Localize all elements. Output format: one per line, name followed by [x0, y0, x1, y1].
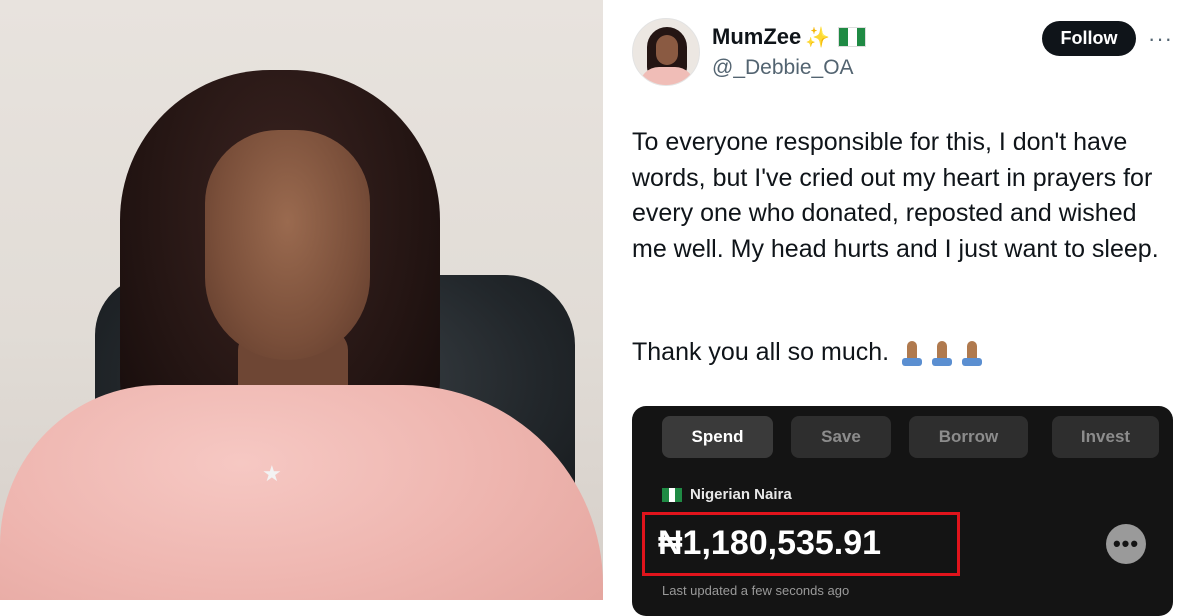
face [205, 130, 370, 360]
currency-row: Nigerian Naira [662, 486, 792, 503]
folded-hands-icon [959, 340, 985, 366]
folded-hands-icon [899, 340, 925, 366]
user-handle[interactable]: @_Debbie_OA [712, 56, 854, 80]
tab-save[interactable]: Save [791, 416, 891, 458]
more-options-button[interactable]: ••• [1106, 524, 1146, 564]
star-necklace-icon: ★ [262, 462, 282, 487]
pink-shirt [0, 385, 603, 600]
nigeria-flag-icon [838, 27, 867, 47]
tweet-text: To everyone responsible for this, I don'… [632, 125, 1177, 267]
profile-photo: ★ [0, 0, 603, 600]
sparkles-icon: ✨ [805, 26, 831, 49]
follow-button[interactable]: Follow [1042, 21, 1136, 56]
thanks-text: Thank you all so much. [632, 338, 890, 366]
tab-invest[interactable]: Invest [1052, 416, 1159, 458]
folded-hands-icon [929, 340, 955, 366]
balance-amount: ₦1,180,535.91 [658, 524, 882, 562]
avatar[interactable] [632, 18, 700, 86]
tweet-body: To everyone responsible for this, I don'… [632, 128, 1159, 263]
currency-label: Nigerian Naira [690, 486, 792, 503]
folded-hands-emojis [899, 340, 985, 366]
display-name-text: MumZee [712, 24, 802, 49]
tab-spend[interactable]: Spend [662, 416, 773, 458]
tweet-thanks-line: Thank you all so much. [632, 338, 985, 367]
tab-borrow[interactable]: Borrow [909, 416, 1028, 458]
divider [603, 0, 611, 600]
bank-app-screenshot[interactable]: Spend Save Borrow Invest Nigerian Naira … [632, 406, 1173, 616]
display-name[interactable]: MumZee ✨ [712, 24, 867, 50]
last-updated-text: Last updated a few seconds ago [662, 583, 850, 598]
more-options-icon[interactable]: ··· [1148, 26, 1173, 52]
nigeria-flag-icon [662, 487, 683, 502]
